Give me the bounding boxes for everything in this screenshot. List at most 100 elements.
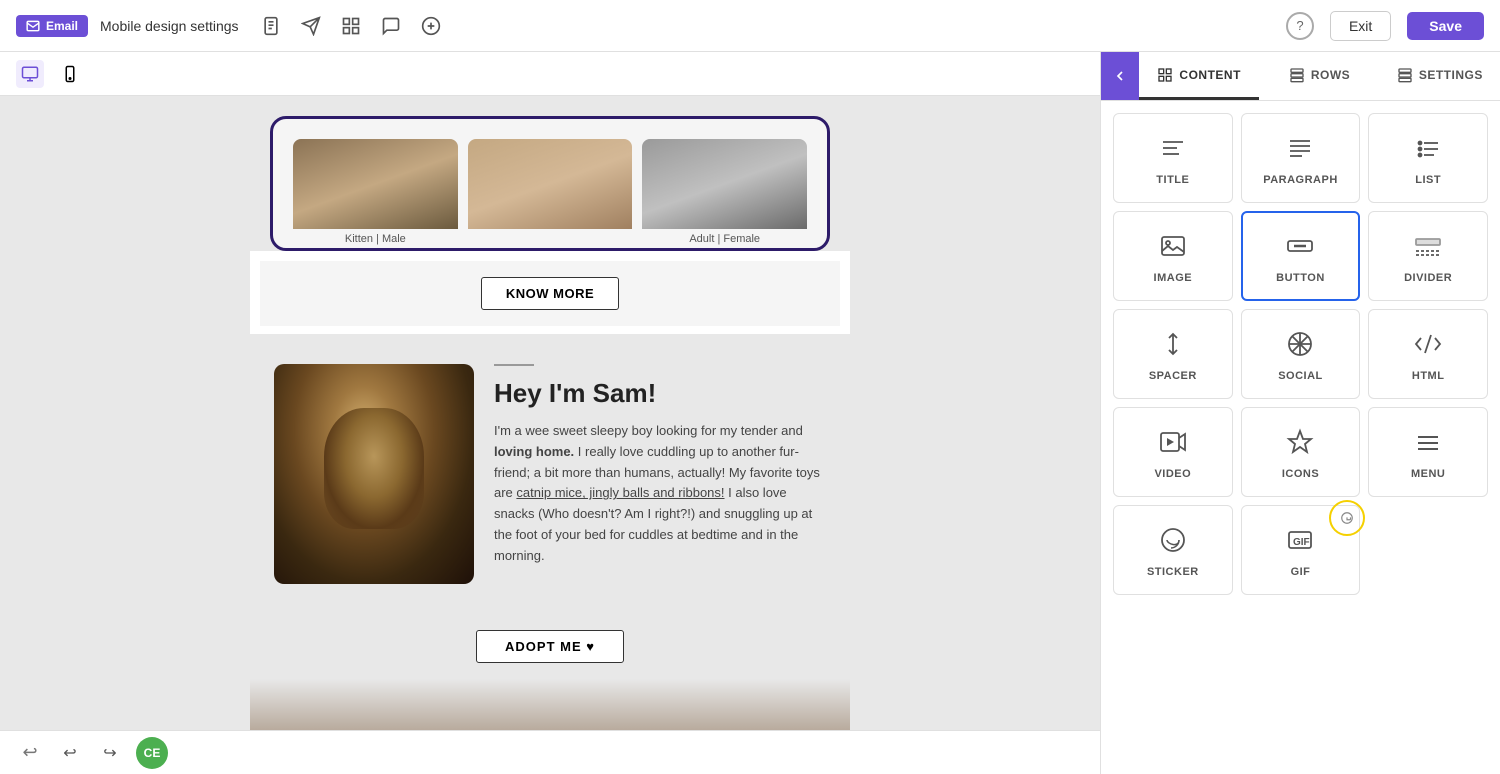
content-card-menu[interactable]: MENU: [1368, 407, 1488, 497]
email-badge-label: Email: [46, 19, 78, 33]
topbar-right: ? Exit Save: [1286, 11, 1484, 41]
redo-button[interactable]: ↪: [96, 739, 124, 767]
know-more-button[interactable]: KNOW MORE: [481, 277, 619, 310]
cat-image-2: [468, 139, 633, 229]
bottom-section: [250, 679, 850, 730]
tab-content[interactable]: CONTENT: [1139, 52, 1259, 100]
sticker-icon: [1155, 522, 1191, 558]
icons-icon: [1282, 424, 1318, 460]
sam-divider: [494, 364, 534, 366]
video-icon: [1155, 424, 1191, 460]
chat-icon[interactable]: [379, 14, 403, 38]
content-card-divider[interactable]: DIVIDER: [1368, 211, 1488, 301]
cat-label-1: Kitten | Male: [293, 233, 458, 251]
add-icon[interactable]: [419, 14, 443, 38]
title-icon: [1155, 130, 1191, 166]
svg-text:GIF: GIF: [1293, 537, 1310, 548]
sam-inner: Hey I'm Sam! I'm a wee sweet sleepy boy …: [274, 364, 826, 584]
cats-section: Kitten | Male Adult | Female: [250, 96, 850, 251]
content-card-sticker-label: STICKER: [1147, 566, 1199, 578]
content-card-social-label: SOCIAL: [1278, 370, 1323, 382]
content-card-gif-label: GIF: [1291, 566, 1311, 578]
know-more-wrapper: KNOW MORE: [260, 261, 840, 326]
content-card-sticker[interactable]: STICKER: [1113, 505, 1233, 595]
content-card-icons-label: ICONS: [1282, 468, 1319, 480]
canvas-scroll[interactable]: Kitten | Male Adult | Female: [0, 96, 1100, 730]
sam-text: Hey I'm Sam! I'm a wee sweet sleepy boy …: [494, 364, 826, 567]
panel-toggle-button[interactable]: [1101, 52, 1139, 100]
sam-title: Hey I'm Sam!: [494, 378, 826, 409]
content-card-button-label: BUTTON: [1276, 272, 1325, 284]
sam-photo: [274, 364, 474, 584]
cat-image-3: [642, 139, 807, 229]
menu-icon: [1410, 424, 1446, 460]
cat-image-1: [293, 139, 458, 229]
content-card-image[interactable]: IMAGE: [1113, 211, 1233, 301]
content-card-gif[interactable]: GIF GIF: [1241, 505, 1361, 595]
content-card-menu-label: MENU: [1411, 468, 1445, 480]
content-card-title-label: TITLE: [1156, 174, 1189, 186]
bottom-bar: ↩ ↩ ↪ CE: [0, 730, 1100, 774]
cat-card-1: Kitten | Male: [293, 139, 458, 251]
content-card-list[interactable]: LIST: [1368, 113, 1488, 203]
tab-rows-label: ROWS: [1311, 68, 1350, 82]
image-icon: [1155, 228, 1191, 264]
content-card-divider-label: DIVIDER: [1404, 272, 1452, 284]
bottom-image: [250, 679, 850, 730]
cat-label-2: [468, 233, 633, 241]
content-card-title[interactable]: TITLE: [1113, 113, 1233, 203]
content-card-video-label: VIDEO: [1154, 468, 1191, 480]
cats-row: Kitten | Male Adult | Female: [270, 116, 830, 251]
content-card-icons[interactable]: ICONS: [1241, 407, 1361, 497]
exit-button[interactable]: Exit: [1330, 11, 1391, 41]
avatar: CE: [136, 737, 168, 769]
content-grid: TITLE PARAGRAPH LIST: [1113, 113, 1488, 595]
content-card-spacer-label: SPACER: [1149, 370, 1197, 382]
content-card-social[interactable]: SOCIAL: [1241, 309, 1361, 399]
back-button[interactable]: ↩: [16, 739, 44, 767]
content-card-video[interactable]: VIDEO: [1113, 407, 1233, 497]
cats-images: Kitten | Male Adult | Female: [293, 139, 807, 251]
content-card-spacer[interactable]: SPACER: [1113, 309, 1233, 399]
content-card-html[interactable]: HTML: [1368, 309, 1488, 399]
social-icon: [1282, 326, 1318, 362]
desktop-view-button[interactable]: [16, 60, 44, 88]
help-button[interactable]: ?: [1286, 12, 1314, 40]
cat-label-3: Adult | Female: [642, 233, 807, 251]
right-panel: CONTENT ROWS SETTINGS TITLE: [1100, 52, 1500, 774]
paragraph-icon: [1282, 130, 1318, 166]
content-card-html-label: HTML: [1412, 370, 1445, 382]
content-card-image-label: IMAGE: [1154, 272, 1193, 284]
sam-body-bold: loving home.: [494, 444, 574, 459]
panel-tabs: CONTENT ROWS SETTINGS: [1101, 52, 1500, 101]
sam-body-text-1: I'm a wee sweet sleepy boy looking for m…: [494, 423, 803, 438]
device-toolbar: [0, 52, 1100, 96]
save-button[interactable]: Save: [1407, 12, 1484, 40]
tab-rows[interactable]: ROWS: [1259, 52, 1379, 100]
mobile-view-button[interactable]: [56, 60, 84, 88]
list-icon: [1410, 130, 1446, 166]
content-card-paragraph[interactable]: PARAGRAPH: [1241, 113, 1361, 203]
button-icon: [1282, 228, 1318, 264]
sam-link[interactable]: catnip mice, jingly balls and ribbons!: [516, 485, 724, 500]
gif-highlight-circle: [1329, 500, 1365, 536]
content-card-button[interactable]: BUTTON: [1241, 211, 1361, 301]
canvas-area: Kitten | Male Adult | Female: [0, 52, 1100, 774]
divider-icon: [1410, 228, 1446, 264]
email-badge[interactable]: Email: [16, 15, 88, 37]
grid-icon[interactable]: [339, 14, 363, 38]
tab-settings[interactable]: SETTINGS: [1380, 52, 1500, 100]
adopt-wrapper: ADOPT ME ♥: [250, 614, 850, 679]
main-layout: Kitten | Male Adult | Female: [0, 52, 1500, 774]
gif-icon: GIF: [1282, 522, 1318, 558]
tab-content-label: CONTENT: [1179, 68, 1241, 82]
topbar: Email Mobile design settings ? Exit Save: [0, 0, 1500, 52]
document-icon[interactable]: [259, 14, 283, 38]
email-canvas: Kitten | Male Adult | Female: [250, 96, 850, 730]
cat-card-3: Adult | Female: [642, 139, 807, 251]
send-icon[interactable]: [299, 14, 323, 38]
content-card-paragraph-label: PARAGRAPH: [1263, 174, 1338, 186]
adopt-me-button[interactable]: ADOPT ME ♥: [476, 630, 624, 663]
undo-button[interactable]: ↩: [56, 739, 84, 767]
cat-card-2: [468, 139, 633, 251]
